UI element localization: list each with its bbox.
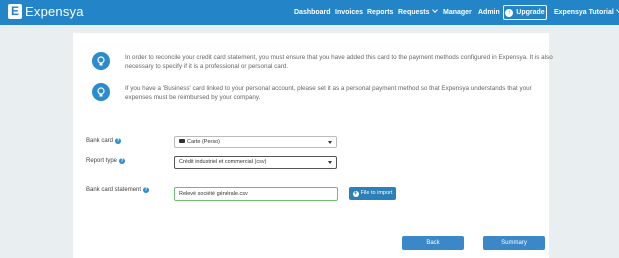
- report-type-value: Crédit industriel et commercial (csv): [179, 159, 267, 165]
- plus-circle-icon: +: [352, 190, 359, 197]
- lightbulb-icon: [92, 52, 110, 70]
- file-to-import-label: File to import: [360, 190, 393, 196]
- help-icon[interactable]: ?: [119, 158, 126, 164]
- top-navbar: E Expensya Dashboard Invoices Reports Re…: [0, 0, 619, 25]
- upgrade-button[interactable]: ↑ Upgrade: [503, 5, 547, 20]
- chevron-down-icon: [431, 7, 438, 13]
- help-icon[interactable]: ?: [115, 138, 122, 144]
- bank-card-value: Carte (Perso): [187, 139, 221, 145]
- summary-button[interactable]: Summary: [483, 236, 545, 250]
- statement-label-text: Bank card statement: [86, 187, 142, 193]
- help-icon[interactable]: ?: [143, 187, 150, 193]
- report-type-select[interactable]: Crédit industriel et commercial (csv): [174, 156, 337, 169]
- upgrade-label: Upgrade: [516, 9, 545, 16]
- logo-mark: E: [8, 4, 22, 19]
- nav-manager[interactable]: Manager: [443, 8, 472, 18]
- nav-admin[interactable]: Admin: [478, 8, 500, 18]
- account-label: Expensya Tutorial: [554, 9, 614, 16]
- dropdown-caret-icon: [328, 161, 332, 164]
- nav-invoices[interactable]: Invoices: [335, 8, 363, 18]
- bank-card-select[interactable]: Carte (Perso): [174, 136, 337, 148]
- info-text-reconcile: In order to reconcile your credit card s…: [125, 54, 553, 70]
- bank-card-label: Bank card?: [86, 137, 122, 145]
- expensya-logo[interactable]: E Expensya: [8, 4, 84, 19]
- statement-label: Bank card statement?: [86, 186, 150, 194]
- nav-dashboard[interactable]: Dashboard: [294, 8, 331, 18]
- account-menu[interactable]: Expensya Tutorial: [554, 7, 619, 18]
- dropdown-caret-icon: [328, 141, 332, 144]
- bank-card-label-text: Bank card: [86, 138, 114, 144]
- info-text-business-card: If you have a 'Business' card linked to …: [125, 85, 532, 101]
- lightbulb-icon: [92, 83, 110, 101]
- nav-requests-label: Requests: [398, 9, 430, 16]
- statement-file-field[interactable]: Relevé société générale.csv: [174, 187, 338, 201]
- nav-requests[interactable]: Requests: [398, 7, 438, 18]
- file-to-import-button[interactable]: + File to import: [349, 187, 396, 200]
- report-type-label: Report type?: [86, 157, 126, 165]
- credit-card-icon: [179, 139, 185, 143]
- nav-reports[interactable]: Reports: [367, 8, 393, 18]
- back-button[interactable]: Back: [402, 236, 464, 250]
- main-panel: In order to reconcile your credit card s…: [73, 33, 553, 258]
- upgrade-icon: ↑: [505, 8, 514, 17]
- logo-text: Expensya: [25, 4, 84, 19]
- report-type-label-text: Report type: [86, 158, 118, 164]
